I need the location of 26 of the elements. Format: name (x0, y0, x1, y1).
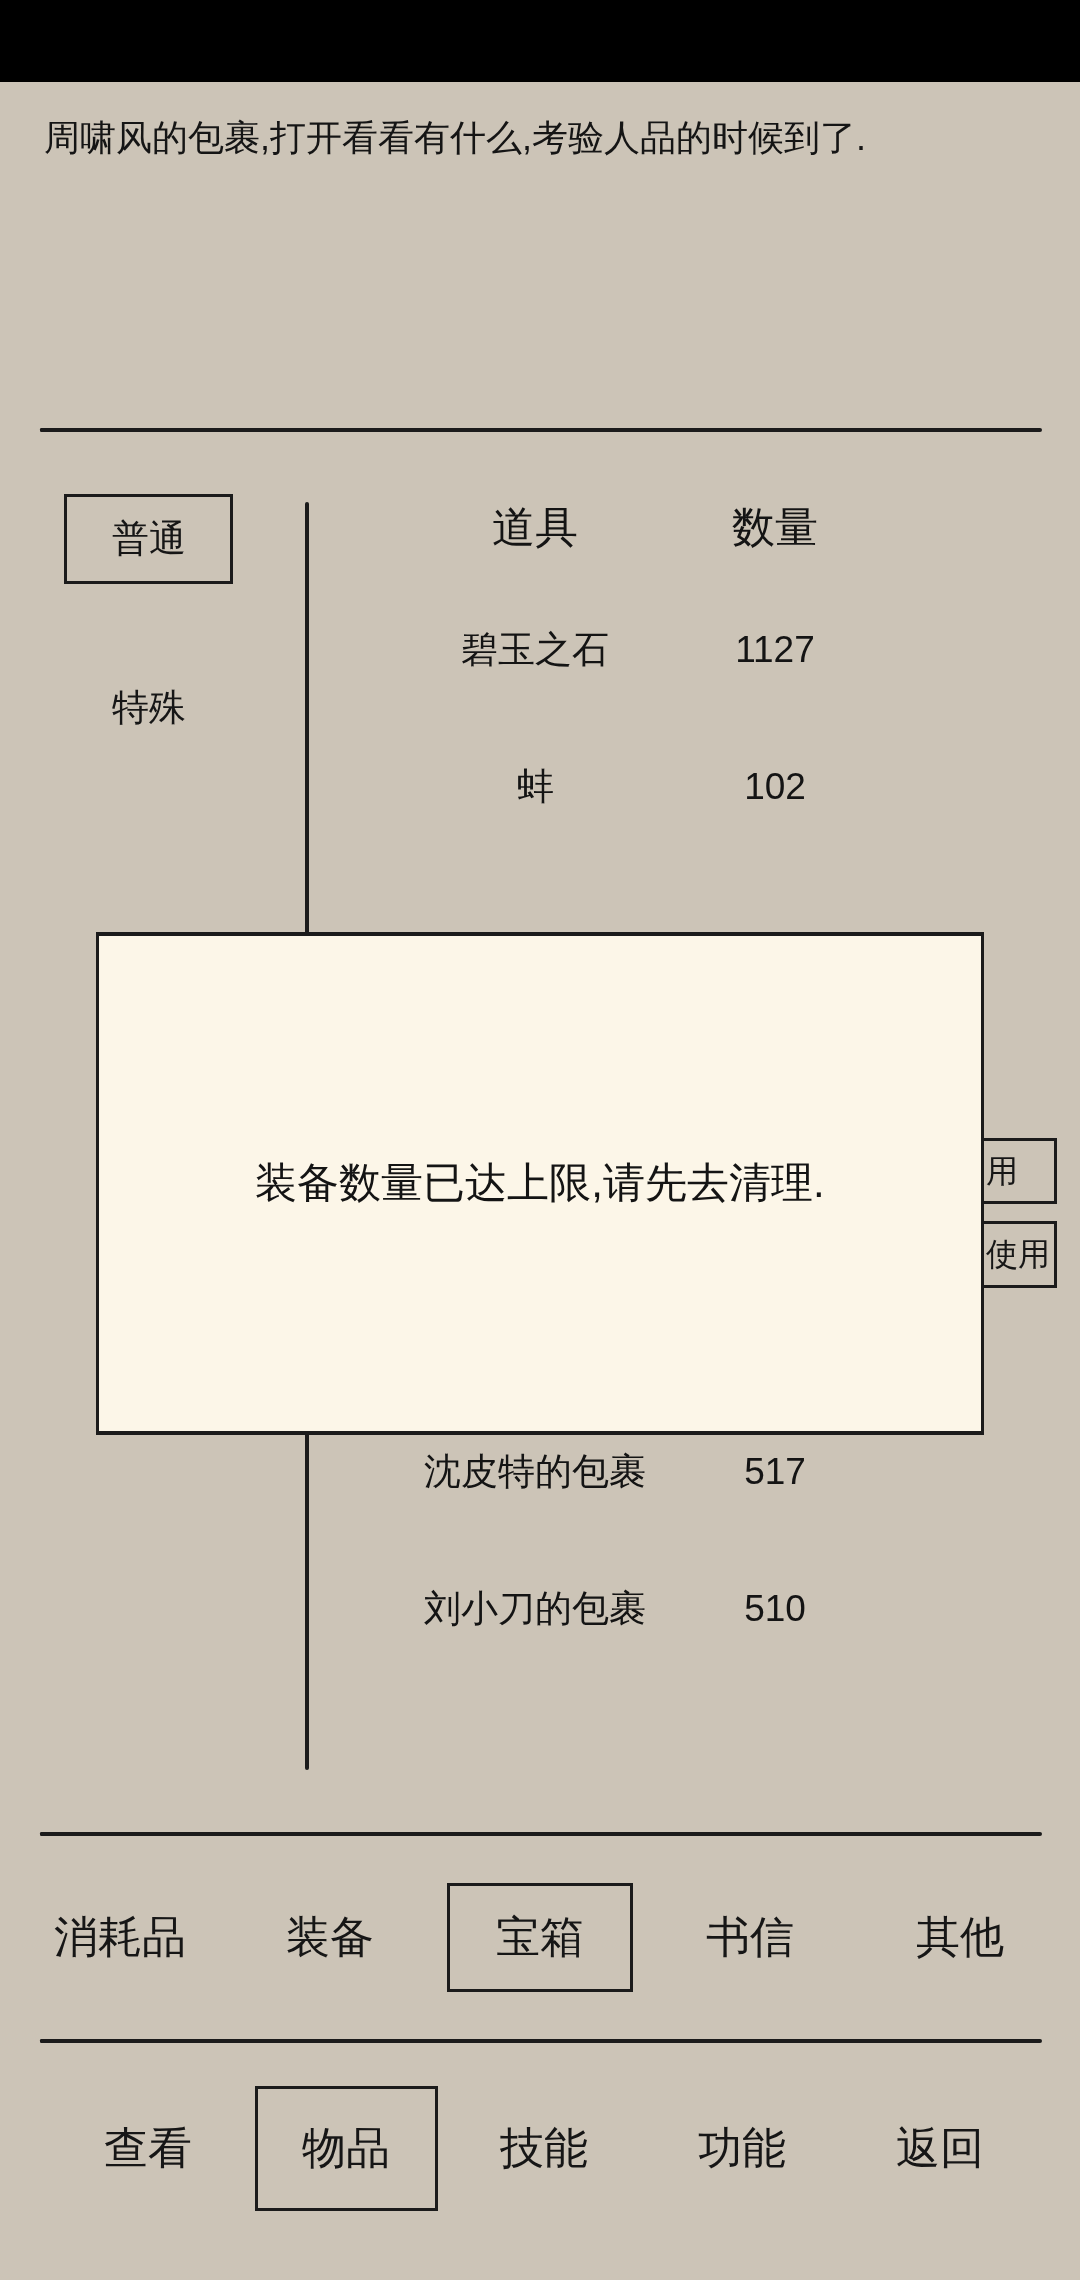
item-name-cell: 蚌 (516, 765, 554, 810)
side-tab[interactable]: 普通 (64, 494, 233, 584)
nav-tab[interactable]: 技能 (497, 2118, 591, 2178)
side-tab[interactable]: 特殊 (108, 682, 189, 734)
nav-tab[interactable]: 查看 (101, 2118, 195, 2178)
item-quantity-cell: 517 (744, 1450, 806, 1495)
use-button[interactable]: 用 (984, 1138, 1057, 1204)
nav-tab[interactable]: 返回 (893, 2118, 987, 2178)
item-quantity-cell: 1127 (735, 628, 815, 673)
item-quantity-cell: 510 (744, 1587, 806, 1632)
nav-tab[interactable]: 物品 (254, 2085, 438, 2211)
category-tab[interactable]: 宝箱 (447, 1883, 633, 1992)
dialog-message: 装备数量已达上限,请先去清理. (255, 1158, 825, 1209)
category-tab[interactable]: 消耗品 (51, 1908, 189, 1967)
item-quantity-cell: 102 (744, 765, 806, 810)
category-tab[interactable]: 装备 (283, 1908, 377, 1967)
nav-tab[interactable]: 功能 (695, 2118, 789, 2178)
message-text: 周啸风的包裹,打开看看有什么,考验人品的时候到了. (44, 116, 867, 160)
use-button[interactable]: 使用 (984, 1221, 1057, 1288)
item-name-cell: 碧玉之石 (461, 628, 609, 673)
column-header: 道具 (492, 502, 578, 554)
category-tab[interactable]: 其他 (913, 1908, 1007, 1967)
category-tab[interactable]: 书信 (703, 1908, 797, 1967)
column-header: 数量 (732, 502, 818, 554)
item-name-cell: 沈皮特的包裹 (424, 1450, 646, 1495)
item-name-cell: 刘小刀的包裹 (424, 1587, 646, 1632)
